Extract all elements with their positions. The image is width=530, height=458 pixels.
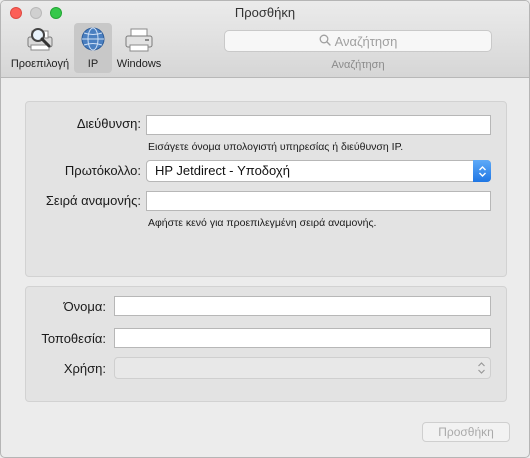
- window-title: Προσθήκη: [234, 5, 296, 20]
- address-hint: Εισάγετε όνομα υπολογιστή υπηρεσίας ή δι…: [148, 141, 404, 153]
- windows-printer-icon: [122, 25, 156, 58]
- queue-input[interactable]: [146, 191, 491, 211]
- address-label: Διεύθυνση:: [76, 116, 141, 131]
- tab-default[interactable]: Προεπιλογή: [7, 23, 73, 73]
- address-input[interactable]: [146, 115, 491, 135]
- queue-hint: Αφήστε κενό για προεπιλεγμένη σειρά αναμ…: [148, 217, 377, 229]
- window-toolbar: Προσθήκη Προεπιλογή IP Windows Αναζήτηση…: [1, 1, 529, 78]
- location-input[interactable]: [114, 328, 491, 348]
- search-icon: [319, 34, 331, 49]
- protocol-value: HP Jetdirect - Υποδοχή: [155, 163, 290, 178]
- tab-ip[interactable]: IP: [74, 23, 112, 73]
- protocol-label: Πρωτόκολλο:: [64, 163, 141, 178]
- protocol-popup[interactable]: HP Jetdirect - Υποδοχή: [146, 160, 491, 182]
- search-placeholder: Αναζήτηση: [334, 33, 398, 49]
- name-label: Όνομα:: [63, 299, 106, 314]
- tab-windows[interactable]: Windows: [113, 23, 165, 73]
- printer-magnifier-icon: [23, 25, 57, 58]
- search-caption: Αναζήτηση: [331, 59, 385, 71]
- popup-arrows-icon: [477, 361, 486, 381]
- queue-label: Σειρά αναμονής:: [45, 193, 141, 208]
- search-field[interactable]: Αναζήτηση: [224, 30, 492, 52]
- tab-default-label: Προεπιλογή: [10, 58, 70, 70]
- popup-arrows-icon: [473, 160, 491, 182]
- add-button[interactable]: Προσθήκη: [422, 422, 510, 442]
- use-label: Χρήση:: [63, 361, 106, 376]
- globe-icon: [78, 25, 108, 58]
- tab-ip-label: IP: [87, 58, 99, 70]
- use-popup[interactable]: [114, 357, 491, 379]
- tab-windows-label: Windows: [116, 58, 162, 70]
- name-input[interactable]: [114, 296, 491, 316]
- add-printer-window: Προσθήκη Προεπιλογή IP Windows Αναζήτηση…: [0, 0, 530, 458]
- location-label: Τοποθεσία:: [41, 331, 106, 346]
